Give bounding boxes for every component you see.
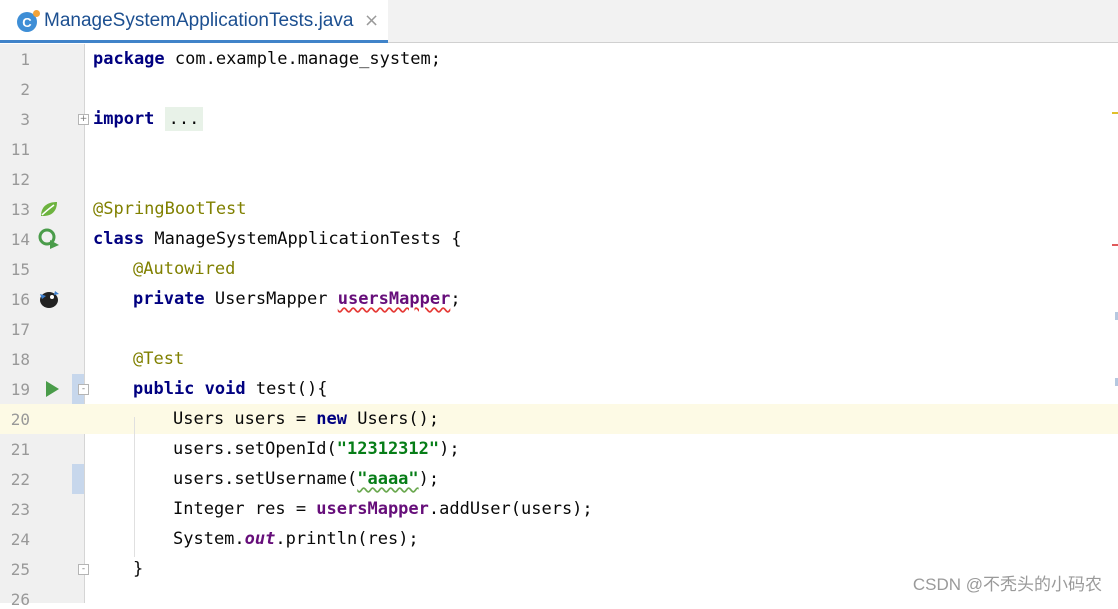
line-number: 22 [10,470,30,489]
line-number: 24 [10,530,30,549]
field-name[interactable]: usersMapper [338,289,451,309]
line-number: 20 [10,410,30,429]
java-class-icon: C [17,10,40,32]
annotation: @Test [133,349,185,369]
class-declaration: ManageSystemApplicationTests { [144,229,462,249]
code-line: 15 @Autowired [0,254,1118,284]
spring-leaf-icon[interactable] [38,198,60,220]
folded-imports[interactable]: ... [164,107,204,131]
indent-guide [134,417,135,557]
code-editor[interactable]: 1 package com.example.manage_system; 2 3… [0,44,1118,609]
line-number: 2 [20,80,30,99]
code-line: 17 [0,314,1118,344]
keyword: public [133,379,195,399]
fold-end-icon[interactable]: - [78,564,89,575]
code-line: 18 @Test [0,344,1118,374]
package-name: com.example.manage_system; [164,49,441,69]
fold-collapse-icon[interactable]: - [78,384,89,395]
watermark: CSDN @不秃头的小码农 [912,575,1102,594]
annotation: @Autowired [133,259,236,279]
line-number: 1 [20,50,30,69]
code-text: .println(res); [275,529,419,549]
method-signature: test(){ [245,379,328,399]
code-line: 13 @SpringBootTest [0,194,1118,224]
annotation: @SpringBootTest [93,199,247,219]
type-name: UsersMapper [204,289,338,309]
code-text: users.setUsername( [173,469,358,489]
semicolon: ; [450,289,461,309]
line-number: 17 [10,320,30,339]
code-text: Users(); [347,409,440,429]
code-text: .addUser(users); [428,499,593,519]
closing-brace: } [133,559,144,579]
static-field: out [244,529,276,549]
keyword: import [93,109,155,129]
string-literal: "12312312" [336,439,440,459]
fold-expand-icon[interactable]: + [78,114,89,125]
run-tests-icon[interactable] [38,228,60,250]
line-number: 16 [10,290,30,309]
editor-tab[interactable]: C ManageSystemApplicationTests.java × [0,0,388,43]
code-line: 11 [0,134,1118,164]
code-text: users.setOpenId( [173,439,337,459]
line-number: 11 [10,140,30,159]
string-literal: "aaaa" [357,469,419,489]
line-number: 18 [10,350,30,369]
keyword: class [93,229,145,249]
mybatis-bird-icon[interactable] [38,288,60,310]
line-number: 15 [10,260,30,279]
line-number: 19 [10,380,30,399]
close-icon[interactable]: × [364,10,379,31]
code-line-current: 20 Users users = new Users(); [0,404,1118,434]
line-number: 21 [10,440,30,459]
code-line: 22 users.setUsername("aaaa"); [0,464,1118,494]
line-number: 14 [10,230,30,249]
code-text: System. [173,529,245,549]
line-number: 13 [10,200,30,219]
field-reference: usersMapper [316,499,429,519]
code-line: 3 + import ... [0,104,1118,134]
error-stripe[interactable] [1112,244,1118,246]
tab-title: ManageSystemApplicationTests.java [44,10,354,31]
code-line: 19 - public void test(){ [0,374,1118,404]
code-line: 2 [0,74,1118,104]
code-line: 21 users.setOpenId("12312312"); [0,434,1118,464]
code-line: 14 class ManageSystemApplicationTests { [0,224,1118,254]
line-number: 3 [20,110,30,129]
line-number: 26 [10,590,30,609]
editor-tab-bar: C ManageSystemApplicationTests.java × [0,0,1118,43]
line-number: 25 [10,560,30,579]
keyword: void [204,379,246,399]
code-line: 1 package com.example.manage_system; [0,44,1118,74]
code-line: 23 Integer res = usersMapper.addUser(use… [0,494,1118,524]
code-line: 12 [0,164,1118,194]
code-text: ); [439,439,460,459]
keyword: private [133,289,205,309]
keyword: package [93,49,165,69]
code-text: ); [418,469,440,489]
line-number: 12 [10,170,30,189]
line-number: 23 [10,500,30,519]
warning-stripe[interactable] [1112,112,1118,114]
run-test-icon[interactable] [42,378,64,400]
keyword: new [316,409,348,429]
code-line: 16 private UsersMapper usersMapper; [0,284,1118,314]
code-line: 24 System.out.println(res); [0,524,1118,554]
code-text: Users users = [173,409,317,429]
code-text: Integer res = [173,499,317,519]
